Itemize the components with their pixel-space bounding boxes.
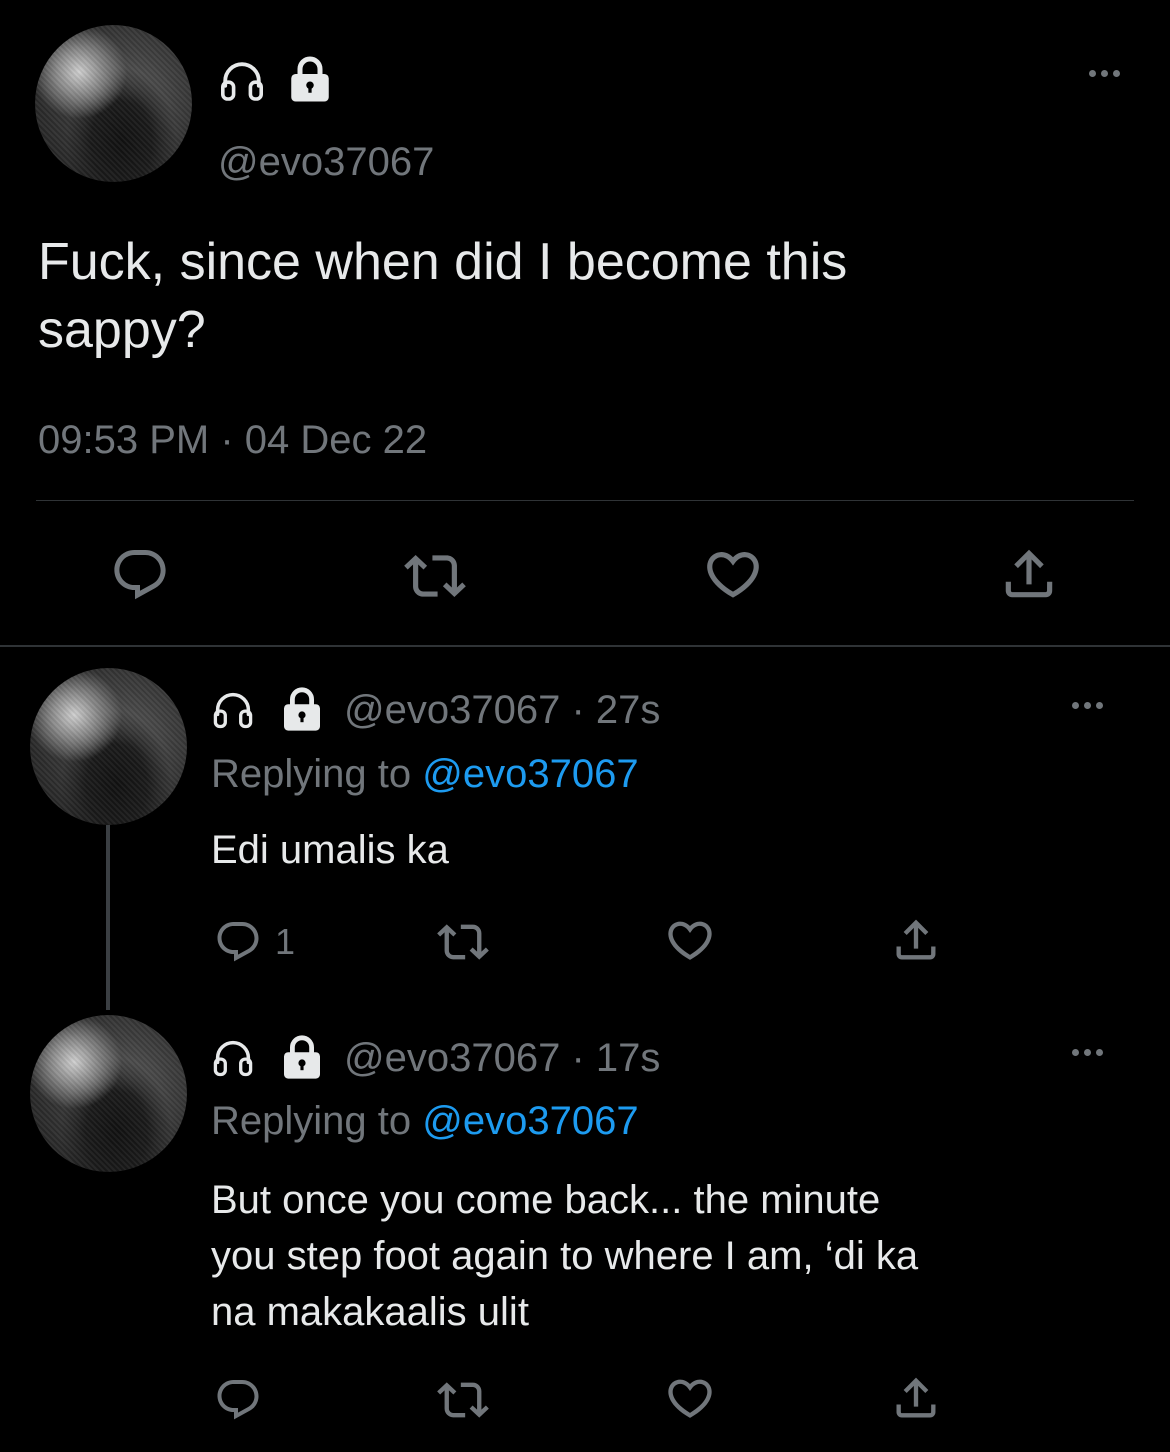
- reply-text-line: you step foot again to where I am, ‘di k…: [211, 1234, 919, 1278]
- reply-icon[interactable]: [214, 918, 262, 966]
- reply-handle: @evo37067 · 27s: [344, 686, 660, 734]
- retweet-icon[interactable]: [437, 916, 489, 968]
- reply-text: Edi umalis ka: [211, 826, 449, 874]
- reply-icon[interactable]: [110, 545, 170, 605]
- share-icon[interactable]: [998, 543, 1060, 605]
- handle[interactable]: @evo37067: [344, 688, 560, 732]
- avatar[interactable]: [35, 25, 192, 182]
- replying-label: Replying to: [211, 752, 412, 796]
- headphones-icon: [211, 688, 255, 732]
- reply-age: · 27s: [571, 688, 661, 732]
- more-icon[interactable]: [1072, 1049, 1103, 1056]
- lock-icon: [278, 685, 326, 733]
- headphones-icon: [218, 57, 266, 105]
- replying-to-link[interactable]: @evo37067: [422, 1099, 638, 1143]
- more-icon[interactable]: [1089, 70, 1120, 77]
- tweet-text: Fuck, since when did I become this sappy…: [38, 228, 847, 364]
- like-icon[interactable]: [664, 914, 716, 966]
- reply-handle: @evo37067 · 17s: [344, 1034, 660, 1082]
- replying-to-link[interactable]: @evo37067: [422, 752, 638, 796]
- like-icon[interactable]: [664, 1372, 716, 1424]
- more-icon[interactable]: [1072, 702, 1103, 709]
- tweet-handle[interactable]: @evo37067: [218, 138, 434, 186]
- reply-icon[interactable]: [214, 1376, 262, 1424]
- avatar[interactable]: [30, 1015, 187, 1172]
- headphones-icon: [211, 1036, 255, 1080]
- reply-text-line: Edi umalis ka: [211, 828, 449, 872]
- reply-age: · 17s: [571, 1036, 661, 1080]
- handle[interactable]: @evo37067: [344, 1036, 560, 1080]
- share-icon[interactable]: [890, 914, 942, 966]
- thread-line: [106, 825, 110, 1010]
- lock-icon: [285, 54, 335, 104]
- reply-count: 1: [275, 921, 296, 962]
- share-icon[interactable]: [890, 1372, 942, 1424]
- divider: [36, 500, 1134, 501]
- reply-text-line: na makakaalis ulit: [211, 1290, 529, 1334]
- divider: [0, 645, 1170, 647]
- tweet-text-line: sappy?: [38, 301, 206, 359]
- like-icon[interactable]: [702, 543, 764, 605]
- reply-text: But once you come back... the minute you…: [211, 1172, 918, 1340]
- replying-to: Replying to @evo37067: [211, 1097, 639, 1145]
- lock-icon: [278, 1033, 326, 1081]
- avatar[interactable]: [30, 668, 187, 825]
- tweet-timestamp: 09:53 PM · 04 Dec 22: [38, 418, 428, 462]
- tweet-text-line: Fuck, since when did I become this: [38, 233, 848, 291]
- reply-text-line: But once you come back... the minute: [211, 1178, 881, 1222]
- retweet-icon[interactable]: [404, 545, 466, 607]
- replying-to: Replying to @evo37067: [211, 750, 639, 798]
- replying-label: Replying to: [211, 1099, 412, 1143]
- retweet-icon[interactable]: [437, 1374, 489, 1426]
